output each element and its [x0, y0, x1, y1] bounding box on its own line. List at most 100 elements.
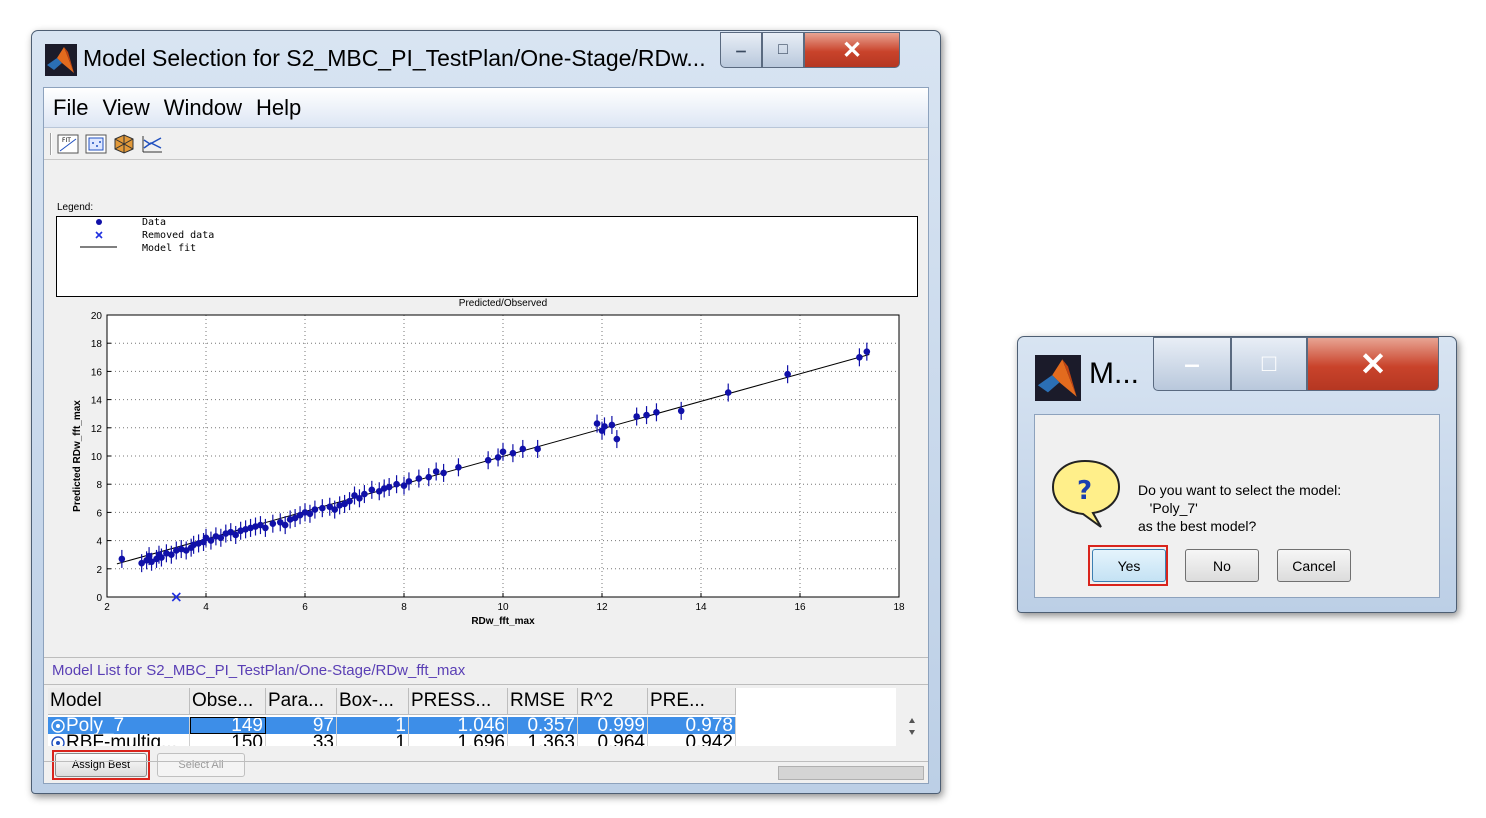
- table-row[interactable]: Poly_7 149 97 1 1.046 0.357 0.999 0.978: [48, 717, 736, 734]
- data-point: [653, 408, 660, 416]
- x-tick-label: 18: [893, 602, 905, 613]
- no-button[interactable]: No: [1185, 549, 1259, 582]
- data-point: [393, 480, 400, 488]
- table-header: Model Obse... Para... Box-... PRESS... RMSE R^…: [48, 688, 736, 715]
- y-tick-label: 14: [91, 396, 103, 407]
- y-tick-label: 12: [91, 424, 103, 435]
- cube-3d-button[interactable]: [112, 133, 136, 155]
- data-point: [262, 524, 269, 532]
- yes-button-highlight: [1088, 545, 1168, 586]
- data-point: [484, 456, 492, 464]
- residual-plot-button[interactable]: [84, 133, 108, 155]
- main-title-bar[interactable]: Model Selection for S2_MBC_PI_TestPlan/O…: [32, 31, 940, 87]
- data-point: [425, 473, 433, 481]
- maximize-icon: □: [1261, 350, 1277, 377]
- y-tick-label: 16: [91, 367, 103, 378]
- y-tick-label: 10: [91, 452, 103, 463]
- column-header[interactable]: Model: [48, 688, 190, 715]
- menu-bar: File View Window Help: [44, 88, 928, 128]
- dialog-window-controls: ⎯ □ ✕: [1153, 337, 1439, 391]
- data-point: [385, 483, 393, 491]
- svg-text:FIT: FIT: [62, 137, 71, 144]
- column-header[interactable]: PRESS...: [409, 688, 508, 715]
- x-tick-label: 4: [203, 602, 209, 613]
- table-cell: 33: [266, 734, 337, 746]
- column-header[interactable]: R^2: [578, 688, 648, 715]
- menu-file[interactable]: File: [53, 95, 88, 121]
- maximize-button[interactable]: □: [762, 32, 804, 68]
- menu-window[interactable]: Window: [164, 95, 242, 121]
- data-point: [856, 354, 863, 361]
- residual-plot-icon: [85, 134, 107, 153]
- window-controls: ⎯ □ ✕: [720, 32, 900, 68]
- data-point: [601, 423, 608, 430]
- data-point: [863, 348, 871, 355]
- scroll-up-icon[interactable]: [909, 718, 915, 723]
- x-tick-label: 10: [497, 602, 509, 613]
- dialog-message-line: as the best model?: [1138, 518, 1257, 534]
- minimize-button[interactable]: ⎯: [720, 32, 762, 68]
- data-point: [613, 435, 621, 443]
- data-point: [368, 486, 376, 494]
- model-selection-window: Model Selection for S2_MBC_PI_TestPlan/O…: [31, 30, 941, 794]
- cross-section-button[interactable]: [140, 133, 164, 155]
- legend-label: Legend:: [57, 202, 94, 213]
- model-icon: [51, 736, 65, 746]
- table-cell: 0.999: [578, 717, 648, 734]
- x-tick-label: 12: [596, 602, 608, 613]
- data-point: [519, 445, 527, 453]
- data-point: [509, 449, 517, 457]
- dialog-client-area: ? Do you want to select the model: 'Poly…: [1034, 414, 1440, 598]
- menu-help[interactable]: Help: [256, 95, 301, 121]
- column-header[interactable]: Para...: [266, 688, 337, 715]
- column-header[interactable]: Box-...: [337, 688, 409, 715]
- data-point: [405, 478, 413, 485]
- table-scrollbar[interactable]: [899, 714, 925, 744]
- column-header[interactable]: Obse...: [190, 688, 266, 715]
- x-tick-label: 2: [104, 602, 110, 613]
- table-cell: 1.696: [409, 734, 508, 746]
- column-header[interactable]: RMSE: [508, 688, 578, 715]
- data-point: [118, 555, 126, 563]
- model-list-table: Model Obse... Para... Box-... PRESS... RMSE R^…: [48, 688, 896, 746]
- toolbar: FIT: [44, 128, 928, 160]
- data-point: [494, 454, 502, 461]
- legend-entry-data: Data: [57, 217, 357, 229]
- x-tick-label: 8: [401, 602, 407, 613]
- cancel-button[interactable]: Cancel: [1277, 549, 1351, 582]
- toolbar-grip: [50, 132, 52, 155]
- legend-entry-removed: Removed data: [57, 230, 357, 242]
- table-cell: 1.046: [409, 717, 508, 734]
- y-tick-label: 20: [91, 311, 103, 322]
- fit-plot-button[interactable]: FIT: [56, 133, 80, 155]
- question-icon: ?: [1051, 459, 1121, 528]
- y-tick-label: 2: [96, 565, 102, 576]
- model-fit-line-icon: [80, 246, 117, 248]
- status-bar-segment: [778, 766, 924, 780]
- data-point: [534, 445, 541, 453]
- data-point: [608, 421, 616, 429]
- data-point: [633, 413, 640, 420]
- data-point: [455, 463, 462, 471]
- scroll-down-icon[interactable]: [909, 730, 915, 735]
- legend-entry-model-fit: Model fit: [57, 243, 357, 255]
- legend-text-data: Data: [142, 217, 167, 228]
- model-icon: [51, 719, 65, 733]
- data-point: [643, 411, 650, 419]
- table-row[interactable]: RBF-multiq... 150 33 1 1.696 1.363 0.964 0.942: [48, 734, 736, 746]
- close-icon: ✕: [841, 36, 863, 64]
- data-point: [415, 475, 423, 482]
- column-header[interactable]: PRE...: [648, 688, 736, 715]
- y-tick-label: 0: [96, 593, 102, 604]
- dialog-minimize-button[interactable]: ⎯: [1153, 337, 1231, 391]
- table-cell: 0.964: [578, 734, 648, 746]
- close-button[interactable]: ✕: [804, 32, 900, 68]
- dialog-maximize-button[interactable]: □: [1231, 337, 1307, 391]
- cross-section-plot-icon: [142, 135, 162, 152]
- menu-view[interactable]: View: [102, 95, 149, 121]
- x-tick-label: 14: [695, 602, 707, 613]
- close-icon: ✕: [1359, 346, 1387, 382]
- dialog-close-button[interactable]: ✕: [1307, 337, 1439, 391]
- table-cell: 1.363: [508, 734, 578, 746]
- cube-3d-icon: [114, 133, 134, 154]
